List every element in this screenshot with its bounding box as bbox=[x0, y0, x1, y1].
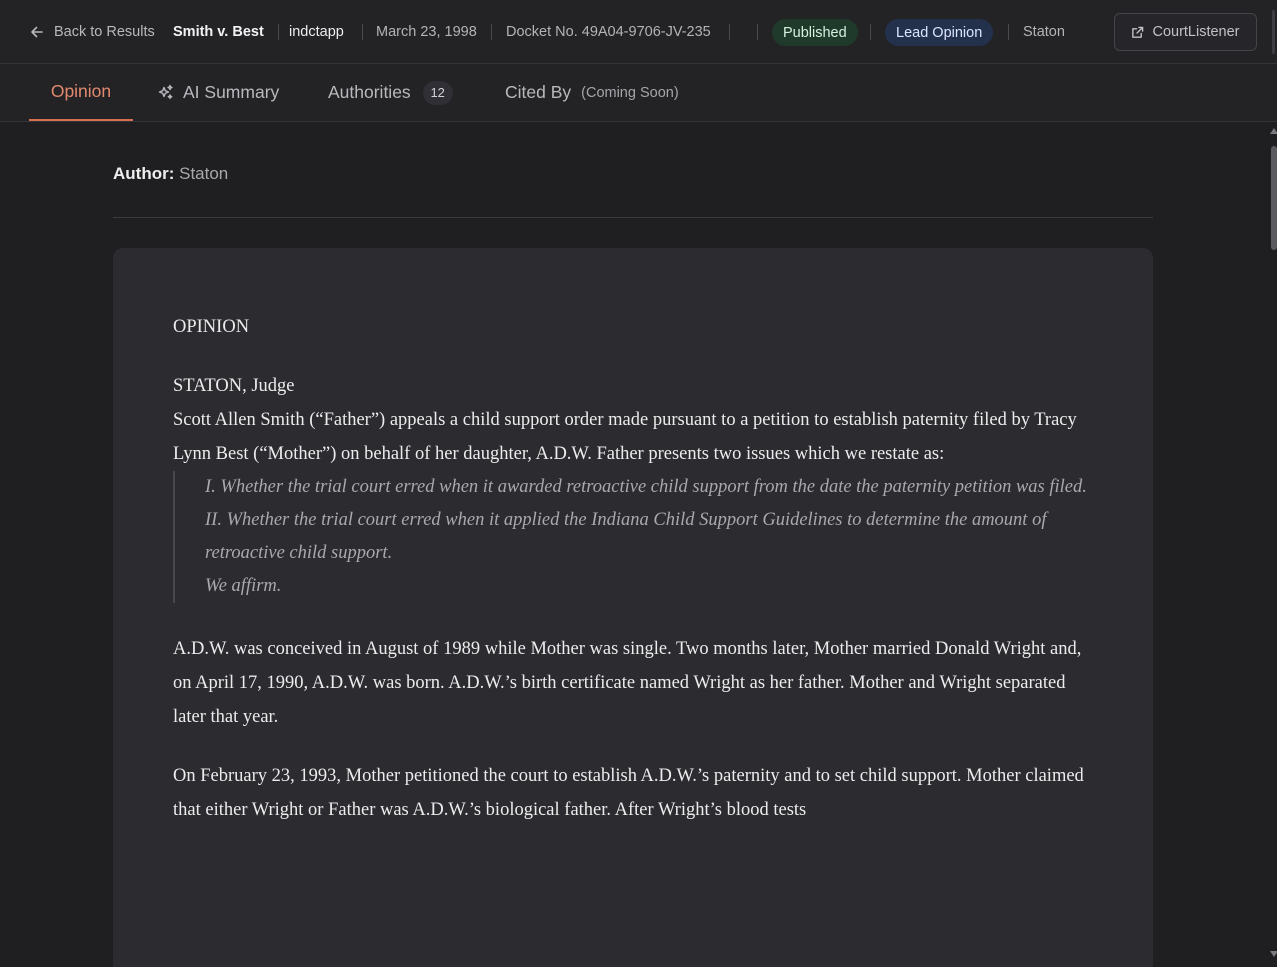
opinion-type-badge: Lead Opinion bbox=[885, 19, 994, 46]
tab-opinion[interactable]: Opinion bbox=[29, 64, 133, 121]
separator bbox=[729, 24, 730, 40]
case-title: Smith v. Best bbox=[173, 24, 264, 40]
tab-bar: Opinion AI Summary Authorities 12 Cited … bbox=[0, 64, 1277, 122]
scroll-up-arrow-icon[interactable] bbox=[1270, 128, 1277, 134]
judge-line: STATON, Judge bbox=[173, 376, 295, 396]
separator bbox=[362, 24, 363, 40]
facts-paragraph-2: On February 23, 1993, Mother petitioned … bbox=[173, 766, 1084, 820]
holding-quote: We affirm. bbox=[173, 570, 1093, 603]
separator bbox=[491, 24, 492, 40]
header-author: Staton bbox=[1023, 24, 1065, 40]
separator bbox=[278, 24, 279, 40]
issue-two-quote: II. Whether the trial court erred when i… bbox=[173, 504, 1093, 570]
tab-cited-by-label: Cited By bbox=[505, 82, 572, 102]
tab-opinion-label: Opinion bbox=[50, 81, 112, 101]
external-link-icon bbox=[1132, 26, 1144, 38]
author-value: Staton bbox=[179, 164, 229, 183]
separator bbox=[1008, 24, 1009, 40]
decision-date: March 23, 1998 bbox=[376, 24, 477, 40]
facts-paragraph-1: A.D.W. was conceived in August of 1989 w… bbox=[173, 639, 1082, 727]
arrow-left-icon bbox=[31, 26, 43, 38]
sparkle-icon bbox=[158, 84, 173, 99]
coming-soon-note: (Coming Soon) bbox=[581, 84, 679, 101]
courtlistener-label: CourtListener bbox=[1152, 24, 1240, 40]
opinion-content-area: Author: Staton OPINION STATON, Judge Sco… bbox=[0, 122, 1267, 967]
tab-authorities-label: Authorities bbox=[328, 82, 411, 102]
author-label: Author: bbox=[113, 164, 175, 183]
window-edge bbox=[1272, 10, 1275, 54]
author-line: Author: Staton bbox=[113, 164, 228, 184]
opinion-heading: OPINION bbox=[173, 317, 250, 337]
tab-ai-summary-label: AI Summary bbox=[183, 82, 280, 102]
back-to-results-link[interactable]: Back to Results bbox=[30, 0, 155, 64]
authorities-count-badge: 12 bbox=[422, 80, 453, 105]
vertical-scrollbar[interactable] bbox=[1267, 122, 1277, 967]
docket-number: Docket No. 49A04-9706-JV-235 bbox=[506, 24, 711, 40]
courtlistener-button[interactable]: CourtListener bbox=[1114, 13, 1257, 51]
scroll-down-arrow-icon[interactable] bbox=[1270, 951, 1277, 957]
back-label: Back to Results bbox=[54, 24, 155, 40]
opinion-card: OPINION STATON, Judge Scott Allen Smith … bbox=[113, 248, 1153, 967]
court-code: indctapp bbox=[289, 24, 344, 40]
tab-ai-summary[interactable]: AI Summary bbox=[157, 64, 279, 121]
divider bbox=[113, 217, 1153, 218]
top-bar: Back to Results Smith v. Best indctapp M… bbox=[0, 0, 1277, 64]
intro-paragraph: Scott Allen Smith (“Father”) appeals a c… bbox=[173, 410, 1077, 464]
issue-one-quote: I. Whether the trial court erred when it… bbox=[173, 471, 1093, 504]
scroll-thumb[interactable] bbox=[1271, 146, 1277, 250]
tab-cited-by[interactable]: Cited By (Coming Soon) bbox=[505, 64, 679, 121]
tab-authorities[interactable]: Authorities 12 bbox=[328, 64, 453, 121]
separator bbox=[757, 24, 758, 40]
separator bbox=[870, 24, 871, 40]
opinion-text: OPINION STATON, Judge Scott Allen Smith … bbox=[173, 310, 1093, 827]
status-badge: Published bbox=[772, 19, 858, 46]
